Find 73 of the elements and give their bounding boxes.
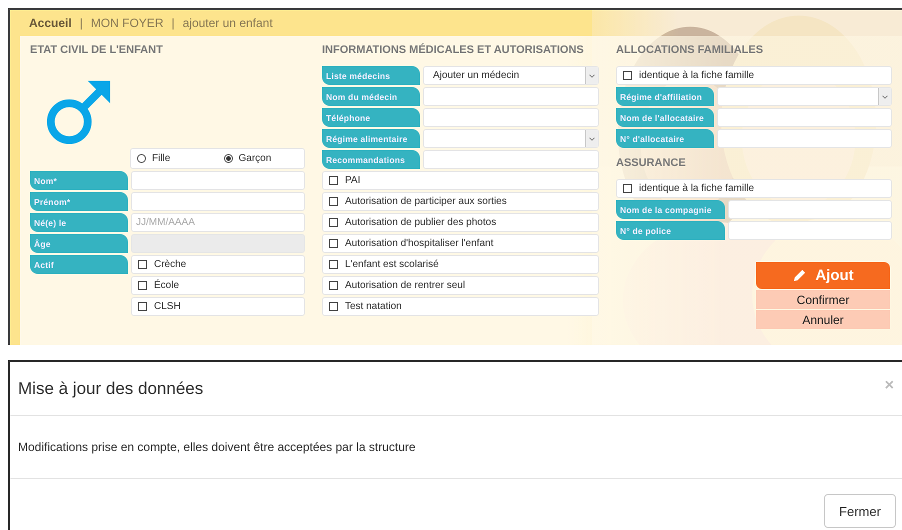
checkbox-label: Autorisation de publier des photos [345, 217, 496, 228]
input-field[interactable] [717, 108, 892, 127]
pencil-icon [792, 268, 808, 283]
radio-button[interactable] [137, 154, 146, 163]
section-heading: ASSURANCE [616, 157, 687, 171]
input-field[interactable] [131, 171, 305, 190]
checkbox[interactable] [329, 197, 338, 206]
chevron-down-icon[interactable] [878, 88, 891, 105]
breadcrumb-link[interactable]: MON FOYER [90, 16, 164, 30]
breadcrumb-separator: | [80, 16, 83, 30]
field-label: Téléphone [322, 108, 420, 127]
radio-button[interactable] [224, 154, 232, 163]
dialog-message: Modifications prise en compte, elles doivent être acceptées par la structure [18, 440, 416, 454]
checkbox-label: L'enfant est scolarisé [345, 259, 439, 270]
checkbox-label: Test natation [345, 301, 402, 312]
field-label: N° d'allocataire [616, 129, 714, 148]
field-label: Nom de l'allocataire [616, 108, 714, 127]
field-label: Recommandations [322, 150, 420, 169]
radio-label: Fille [152, 153, 170, 164]
breadcrumb-link[interactable]: Accueil [20, 16, 72, 30]
input-field[interactable] [717, 129, 892, 148]
field-label: Âge [30, 234, 128, 253]
checkbox[interactable] [138, 281, 147, 290]
checkbox[interactable] [623, 71, 632, 80]
input-field[interactable] [728, 221, 892, 240]
checkbox[interactable] [329, 176, 338, 185]
field-label: Nom du médecin [322, 87, 420, 106]
checkbox[interactable] [329, 281, 338, 290]
breadcrumb-link[interactable]: ajouter un enfant [182, 16, 273, 30]
confirm-button[interactable]: Confirmer [756, 290, 890, 309]
input-field[interactable]: JJ/MM/AAAA [131, 213, 305, 232]
field-label: Régime d'affiliation [616, 87, 714, 106]
field-label: Régime alimentaire [322, 129, 420, 148]
chevron-down-icon[interactable] [585, 67, 598, 84]
checkbox-label: Crèche [154, 259, 186, 270]
checkbox[interactable] [329, 239, 338, 248]
checkbox-label: École [154, 280, 180, 291]
checkbox[interactable] [329, 260, 338, 269]
cancel-button[interactable]: Annuler [756, 310, 890, 329]
section-heading: INFORMATIONS MÉDICALES ET AUTORISATIONS [322, 44, 585, 58]
checkbox[interactable] [138, 302, 147, 311]
field-label: Nom* [30, 171, 128, 190]
checkbox[interactable] [138, 260, 147, 269]
checkbox[interactable] [329, 218, 338, 227]
field-label: Actif [30, 255, 128, 274]
checkbox-label: identique à la fiche famille [639, 183, 754, 194]
input-field[interactable] [423, 87, 599, 106]
section-heading: ALLOCATIONS FAMILIALES [616, 44, 764, 58]
dialog-title: Mise à jour des données [18, 378, 204, 398]
field-label: Liste médecins [322, 66, 420, 85]
field-label: Prénom* [30, 192, 128, 211]
dropdown[interactable]: Ajouter un médecin [423, 66, 599, 85]
radio-label: Garçon [238, 153, 272, 164]
checkbox-label: identique à la fiche famille [639, 70, 754, 81]
section-heading: ETAT CIVIL DE L'ENFANT [30, 44, 164, 58]
close-dialog-button[interactable]: Fermer [824, 494, 896, 528]
checkbox[interactable] [623, 184, 632, 193]
field-label: N° de police [616, 221, 725, 240]
checkbox-label: CLSH [154, 301, 181, 312]
field-label: Nom de la compagnie [616, 200, 725, 219]
input-field[interactable] [423, 150, 599, 169]
checkbox-label: Autorisation d'hospitaliser l'enfant [345, 238, 494, 249]
checkbox[interactable] [329, 302, 338, 311]
chevron-down-icon[interactable] [585, 130, 598, 147]
field-label: Né(e) le [30, 213, 128, 232]
input-field[interactable] [423, 108, 599, 127]
checkbox-label: Autorisation de participer aux sorties [345, 196, 507, 207]
add-button[interactable]: Ajout [756, 262, 890, 289]
checkbox-label: Autorisation de rentrer seul [345, 280, 466, 291]
checkbox-label: PAI [345, 175, 360, 186]
breadcrumb-separator: | [171, 16, 175, 30]
input-field[interactable] [131, 192, 305, 211]
input-field[interactable] [728, 200, 892, 219]
